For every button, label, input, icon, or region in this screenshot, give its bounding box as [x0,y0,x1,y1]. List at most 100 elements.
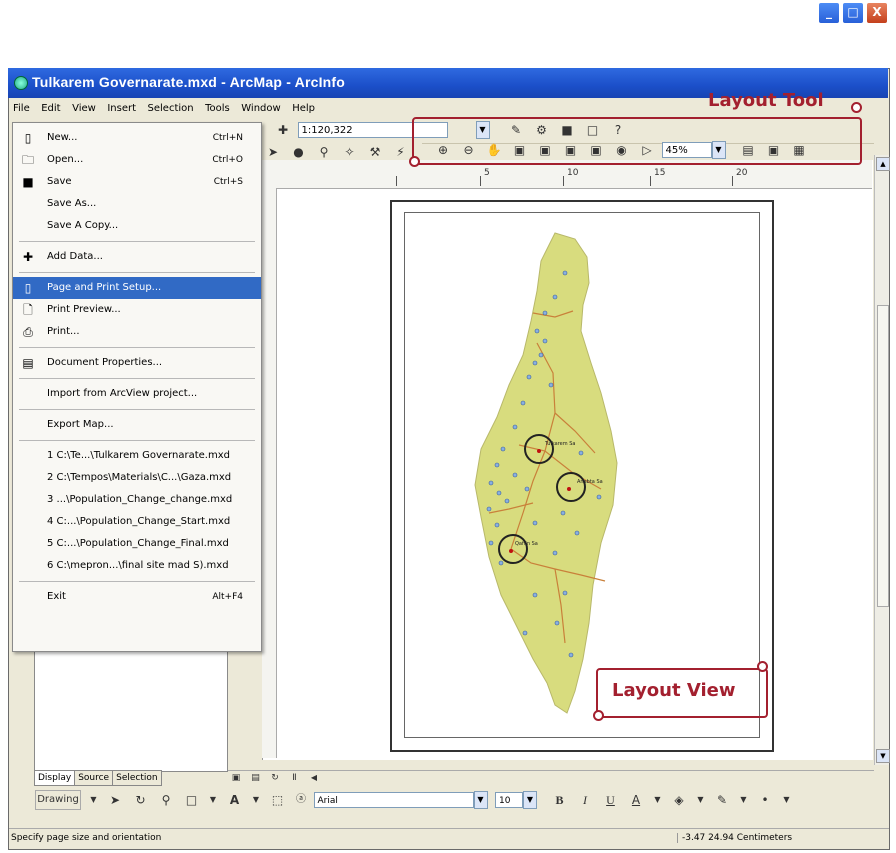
ruler-tick [396,176,397,186]
font-size-dropdown[interactable]: ▼ [523,791,537,809]
menu-item-label: 4 C:...\Population_Change_Start.mxd [47,516,231,527]
select-elements-icon[interactable]: ➤ [264,143,282,161]
underline-icon[interactable]: U [602,791,620,809]
find-icon[interactable]: ⚲ [315,143,333,161]
add-data-icon[interactable]: ✚ [274,121,292,139]
layout-tool-label: Layout Tool [708,90,824,111]
menu-item-label: Print Preview... [47,304,121,315]
drawing-menu-button[interactable]: Drawing [35,790,81,810]
city-label: Qaffin Sa [515,541,538,547]
minimize-button[interactable]: _ [818,2,840,24]
menu-separator [19,581,255,582]
menu-view[interactable]: View [68,99,100,114]
menu-item-label: 6 C:\mepron...\final site mad S).mxd [47,560,229,571]
menu-item-import-arcview[interactable]: Import from ArcView project... [13,383,261,405]
menu-item-label: Save [47,176,72,187]
menu-insert[interactable]: Insert [103,99,140,114]
rectangle-icon[interactable]: □ [183,791,201,809]
toc-tabs: Display Source Selection [34,770,162,786]
menu-item-label: Save A Copy... [47,220,119,231]
pause-drawing-icon[interactable]: Ⅱ [289,771,301,785]
line-color-icon[interactable]: ✎ [713,791,731,809]
scroll-down-arrow[interactable]: ▼ [876,749,890,763]
menu-item-recent-file-6[interactable]: 6 C:\mepron...\final site mad S).mxd [13,555,261,577]
menu-edit[interactable]: Edit [37,99,64,114]
bold-icon[interactable]: B [551,791,569,809]
refresh-view-icon[interactable]: ↻ [269,771,281,785]
data-frame[interactable]: Tulkarem Sa Anabta Sa Qaffin Sa [404,212,760,738]
menu-item-save-as[interactable]: Save As... [13,193,261,215]
close-button[interactable]: X [866,2,888,24]
menu-item-save-a-copy[interactable]: Save A Copy... [13,215,261,237]
marker-color-dropdown-icon[interactable]: ▼ [782,791,792,809]
menu-item-page-and-print-setup[interactable]: ▯ Page and Print Setup... [13,277,261,299]
measure-icon[interactable]: ⚒ [366,143,384,161]
menu-item-label: 1 C:\Te...\Tulkarem Governarate.mxd [47,450,230,461]
text-dropdown-icon[interactable]: ▼ [251,791,261,809]
identify-icon[interactable]: ● [290,143,308,161]
menu-window[interactable]: Window [237,99,284,114]
layout-view-toggle-icon[interactable]: ▤ [250,771,262,785]
select-elements-icon[interactable]: ➤ [106,791,124,809]
font-size-select[interactable]: 10 [495,792,523,808]
scroll-left-arrow[interactable]: ◀ [308,771,320,785]
font-name-select[interactable]: Arial [313,792,474,808]
scroll-up-arrow[interactable]: ▲ [876,157,890,171]
fill-color-dropdown-icon[interactable]: ▼ [696,791,706,809]
document-properties-icon: ▤ [22,356,34,370]
menu-item-recent-file-4[interactable]: 4 C:...\Population_Change_Start.mxd [13,511,261,533]
menu-item-new[interactable]: ▯ New... Ctrl+N [13,127,261,149]
menu-item-shortcut: Ctrl+S [213,177,243,187]
menu-item-add-data[interactable]: ✚ Add Data... [13,246,261,268]
menu-item-print-preview[interactable]: 🗋 Print Preview... [13,299,261,321]
menu-file[interactable]: File [9,99,34,114]
window-controls: _ □ X [816,2,888,24]
menu-item-document-properties[interactable]: ▤ Document Properties... [13,352,261,374]
menu-item-export-map[interactable]: Export Map... [13,414,261,436]
tab-display[interactable]: Display [34,770,76,786]
menu-item-label: 5 C:...\Population_Change_Final.mxd [47,538,229,549]
rectangle-dropdown-icon[interactable]: ▼ [208,791,218,809]
edit-vertices-icon[interactable]: ⬚ [269,791,287,809]
tab-selection[interactable]: Selection [112,770,162,786]
font-color-dropdown-icon[interactable]: ▼ [653,791,663,809]
marker-color-icon[interactable]: • [756,791,774,809]
menu-item-label: Import from ArcView project... [47,388,198,399]
menu-item-recent-file-1[interactable]: 1 C:\Te...\Tulkarem Governarate.mxd [13,445,261,467]
text-tool-icon[interactable]: A [226,791,244,809]
font-color-icon[interactable]: A [627,791,645,809]
tab-source[interactable]: Source [74,770,114,786]
data-view-toggle-icon[interactable]: ▣ [230,771,242,785]
menu-item-print[interactable]: ⎙ Print... [13,321,261,343]
font-icon[interactable]: ⓐ [294,791,308,809]
menu-item-label: Export Map... [47,419,114,430]
menu-selection[interactable]: Selection [144,99,198,114]
scroll-thumb[interactable] [877,305,889,607]
menu-item-open[interactable]: 🗀 Open... Ctrl+O [13,149,261,171]
menu-item-recent-file-3[interactable]: 3 ...\Population_Change_change.mxd [13,489,261,511]
menu-help[interactable]: Help [288,99,319,114]
menu-item-recent-file-2[interactable]: 2 C:\Tempos\Materials\C...\Gaza.mxd [13,467,261,489]
font-name-dropdown[interactable]: ▼ [473,791,488,809]
italic-icon[interactable]: I [576,791,594,809]
rotate-icon[interactable]: ↻ [132,791,150,809]
menu-separator [19,409,255,410]
menu-item-recent-file-5[interactable]: 5 C:...\Population_Change_Final.mxd [13,533,261,555]
layout-tool-annotation-box [412,117,862,165]
vertical-scrollbar[interactable]: ▲ ▼ [874,155,890,765]
annotation-dot [757,661,768,672]
menu-item-exit[interactable]: Exit Alt+F4 [13,586,261,608]
menu-item-shortcut: Ctrl+O [212,155,243,165]
drawing-menu-arrow-icon[interactable]: ▼ [89,791,99,809]
hyperlink-icon[interactable]: ⚡ [392,143,410,161]
menu-tools[interactable]: Tools [201,99,234,114]
go-to-xy-icon[interactable]: ✧ [341,143,359,161]
zoom-to-selected-icon[interactable]: ⚲ [157,791,175,809]
table-of-contents-panel[interactable] [34,648,228,772]
horizontal-scrollbar[interactable]: ▣ ▤ ↻ Ⅱ ◀ [228,770,874,787]
menu-item-label: Open... [47,154,84,165]
maximize-button[interactable]: □ [842,2,864,24]
menu-item-save[interactable]: ■ Save Ctrl+S [13,171,261,193]
fill-color-icon[interactable]: ◈ [670,791,688,809]
line-color-dropdown-icon[interactable]: ▼ [739,791,749,809]
